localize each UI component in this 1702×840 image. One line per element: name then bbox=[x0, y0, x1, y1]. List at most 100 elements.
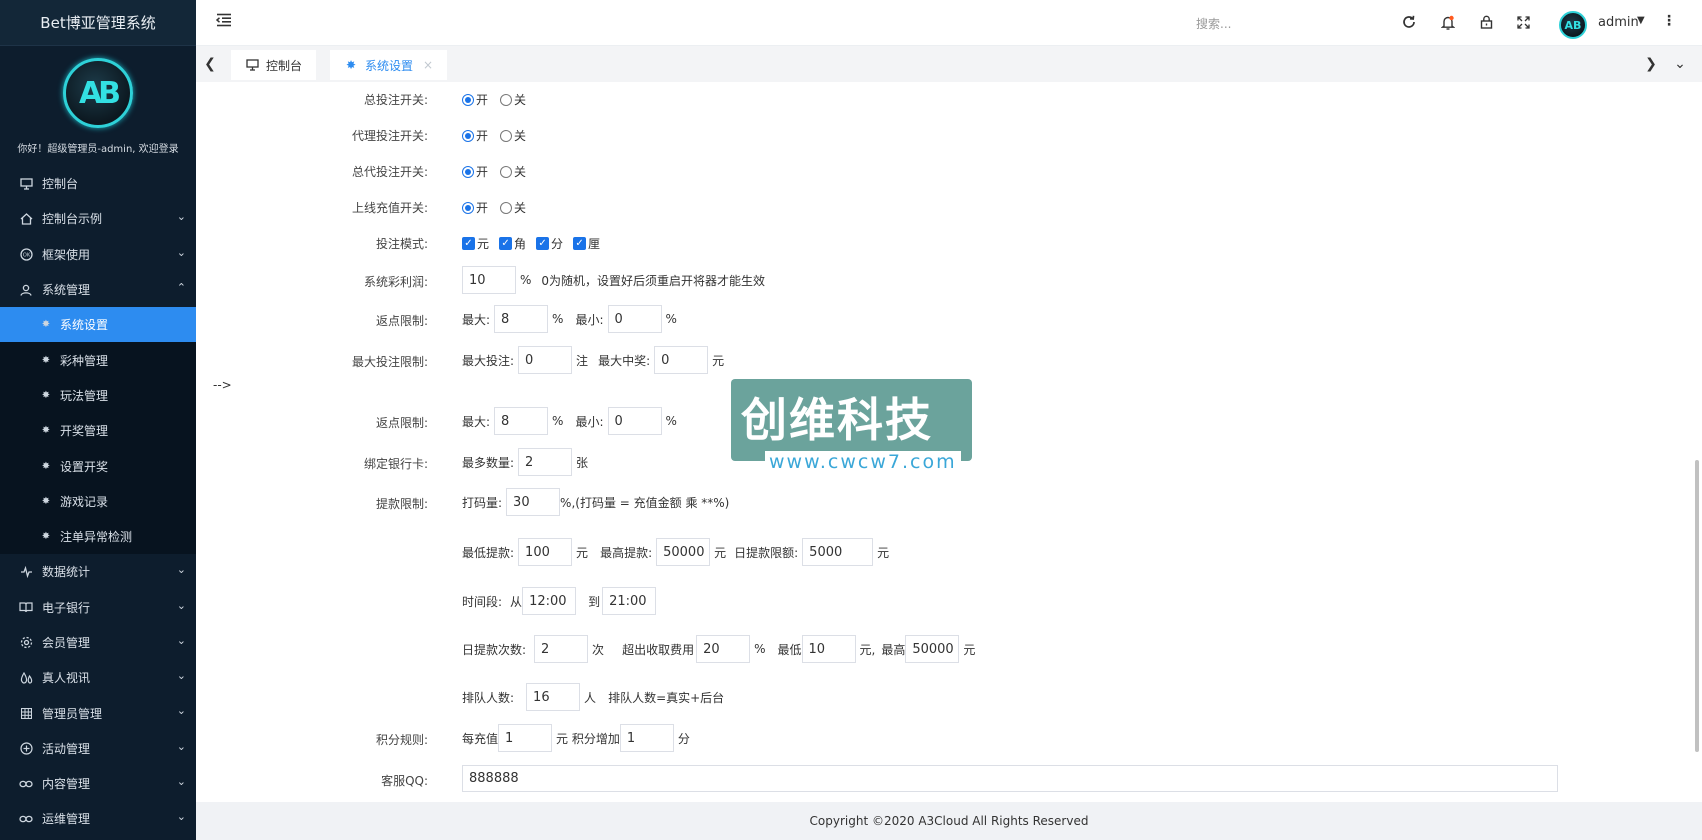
sidebar-item-statistics[interactable]: 数据统计 ⌄ bbox=[0, 554, 196, 589]
rebate-min-input[interactable]: 0 bbox=[607, 305, 662, 333]
system-profit-input[interactable]: 10 bbox=[462, 266, 516, 294]
sidebar-item-ebank[interactable]: 电子银行 ⌄ bbox=[0, 590, 196, 625]
lock-icon[interactable] bbox=[1477, 13, 1495, 31]
check-icon: ✓ bbox=[462, 237, 475, 250]
footer: Copyright ©2020 A3Cloud All Rights Reser… bbox=[196, 802, 1702, 840]
check-icon: ✓ bbox=[499, 237, 513, 250]
chevron-left-icon[interactable]: ❮ bbox=[200, 52, 220, 76]
chevron-down-icon: ⌄ bbox=[176, 739, 186, 753]
sidebar-subitem-system-settings[interactable]: ✸ 系统设置 bbox=[0, 307, 196, 343]
rebate-max-input[interactable]: 8 bbox=[494, 407, 549, 435]
checkbox-fen[interactable]: ✓ 分 bbox=[536, 235, 563, 252]
row-withdraw-limit: 提款限制: 打码量: 30 %,(打码量 = 充值金额 乘 **%) bbox=[196, 488, 1696, 518]
tab-dashboard[interactable]: 控制台 bbox=[231, 50, 317, 80]
tab-system-settings[interactable]: ✸ 系统设置 × bbox=[330, 50, 448, 80]
sidebar-item-activities[interactable]: 活动管理 ⌄ bbox=[0, 731, 196, 766]
sidebar-item-dashboard-demo[interactable]: 控制台示例 ⌄ bbox=[0, 201, 196, 236]
sidebar-item-label: 运维管理 bbox=[42, 812, 91, 827]
radio-on[interactable]: 开 bbox=[462, 91, 488, 108]
points-add-input[interactable]: 1 bbox=[619, 724, 674, 752]
sidebar-item-ops[interactable]: 运维管理 ⌄ bbox=[0, 801, 196, 836]
unit-text: 元 积分增加 bbox=[556, 731, 620, 746]
period-to-input[interactable]: 21:00 bbox=[602, 587, 657, 615]
radio-label: 开 bbox=[476, 129, 489, 143]
bell-icon[interactable] bbox=[1439, 13, 1457, 31]
radio-group: 开 关 bbox=[462, 91, 538, 108]
radio-on[interactable]: 开 bbox=[462, 163, 488, 180]
bank-card-count-input[interactable]: 2 bbox=[518, 448, 573, 476]
refresh-icon[interactable] bbox=[1400, 13, 1418, 31]
fullscreen-icon[interactable] bbox=[1514, 13, 1532, 31]
username[interactable]: admin bbox=[1598, 15, 1639, 30]
radio-on[interactable]: 开 bbox=[462, 199, 488, 216]
logo: AB bbox=[63, 58, 133, 128]
sidebar-subitem-lottery-types[interactable]: ✸ 彩种管理 bbox=[0, 342, 196, 377]
chevron-down-icon[interactable]: ⌄ bbox=[1670, 52, 1690, 76]
daily-times-input[interactable]: 2 bbox=[534, 635, 589, 663]
radio-off[interactable]: 关 bbox=[500, 199, 526, 216]
max-win-input[interactable]: 0 bbox=[654, 346, 709, 374]
sidebar-item-label: 开奖管理 bbox=[60, 424, 109, 439]
sidebar-item-members[interactable]: 会员管理 ⌄ bbox=[0, 625, 196, 660]
sidebar-item-framework[interactable]: OK 框架使用 ⌄ bbox=[0, 237, 196, 272]
fee-percent-input[interactable]: 20 bbox=[696, 635, 751, 663]
chevron-right-icon[interactable]: ❯ bbox=[1641, 52, 1661, 76]
scrollbar-thumb[interactable] bbox=[1695, 460, 1699, 752]
sidebar-item-label: 系统管理 bbox=[42, 283, 91, 298]
sidebar-item-label: 内容管理 bbox=[42, 777, 91, 792]
sidebar-subitem-set-draw[interactable]: ✸ 设置开奖 bbox=[0, 448, 196, 483]
checkbox-jiao[interactable]: ✓ 角 bbox=[499, 235, 526, 252]
sidebar-subitem-play-methods[interactable]: ✸ 玩法管理 bbox=[0, 378, 196, 413]
fee-min-input[interactable]: 10 bbox=[801, 635, 856, 663]
tab-label: 控制台 bbox=[266, 58, 303, 73]
search-input[interactable] bbox=[1196, 15, 1316, 33]
daily-limit-input[interactable]: 5000 bbox=[802, 538, 874, 566]
code-amount-input[interactable]: 30 bbox=[506, 488, 561, 516]
max-withdraw-input[interactable]: 50000 bbox=[656, 538, 711, 566]
sidebar: Bet博亚管理系统 AB 你好！超级管理员-admin, 欢迎登录 控制台 控制… bbox=[0, 0, 196, 840]
field-group: 最大: 8 % 最小: 0 % bbox=[462, 305, 677, 333]
max-bet-input[interactable]: 0 bbox=[518, 346, 573, 374]
sidebar-item-system[interactable]: 系统管理 ⌃ bbox=[0, 272, 196, 307]
logo-area: AB bbox=[0, 46, 196, 140]
field-label: 上线充值开关: bbox=[351, 201, 428, 215]
times-label: 日提款次数: bbox=[462, 642, 527, 657]
sidebar-item-live-video[interactable]: 真人视讯 ⌄ bbox=[0, 660, 196, 695]
min-withdraw-input[interactable]: 100 bbox=[518, 538, 573, 566]
chevron-down-icon: ⌄ bbox=[176, 669, 186, 683]
sidebar-menu-rest: 数据统计 ⌄ 电子银行 ⌄ 会员管理 ⌄ 真人视讯 ⌄ 管理员管理 ⌄ 活动管理… bbox=[0, 554, 196, 836]
menu-fold-icon[interactable] bbox=[215, 13, 234, 31]
rebate-min-input[interactable]: 0 bbox=[607, 407, 662, 435]
radio-label: 关 bbox=[514, 129, 527, 143]
sidebar-subitem-draw-management[interactable]: ✸ 开奖管理 bbox=[0, 413, 196, 448]
link-icon bbox=[18, 811, 34, 827]
radio-on[interactable]: 开 bbox=[462, 127, 488, 144]
sidebar-subitem-game-records[interactable]: ✸ 游戏记录 bbox=[0, 484, 196, 519]
sidebar-item-dashboard[interactable]: 控制台 bbox=[0, 166, 196, 201]
caret-down-icon[interactable]: ▼ bbox=[1637, 15, 1645, 26]
close-icon[interactable]: × bbox=[423, 58, 433, 72]
radio-off[interactable]: 关 bbox=[500, 91, 526, 108]
queue-count-input[interactable]: 16 bbox=[526, 683, 581, 711]
sidebar-subitem-bet-anomaly[interactable]: ✸ 注单异常检测 bbox=[0, 519, 196, 554]
service-qq-input[interactable]: 888888 bbox=[462, 765, 1558, 792]
period-from-input[interactable]: 12:00 bbox=[522, 587, 577, 615]
per-recharge-input[interactable]: 1 bbox=[498, 724, 553, 752]
checkbox-label: 角 bbox=[514, 237, 527, 251]
row-max-bet-limit: 最大投注限制: 最大投注: 0 注 最大中奖: 0 元 bbox=[196, 346, 1696, 376]
sidebar-item-admins[interactable]: 管理员管理 ⌄ bbox=[0, 695, 196, 730]
stray-comment-text: --> bbox=[213, 378, 232, 392]
field-label: 最大投注限制: bbox=[351, 355, 428, 369]
sidebar-item-label: 游戏记录 bbox=[60, 494, 109, 509]
more-vertical-icon[interactable]: ⋮ bbox=[1662, 13, 1676, 29]
checkbox-yuan[interactable]: ✓ 元 bbox=[462, 235, 489, 252]
field-group: 每充值 1 元 积分增加 1 分 bbox=[462, 724, 690, 752]
radio-off[interactable]: 关 bbox=[500, 127, 526, 144]
radio-off[interactable]: 关 bbox=[500, 163, 526, 180]
sidebar-item-content[interactable]: 内容管理 ⌄ bbox=[0, 766, 196, 801]
fee-max-input[interactable]: 50000 bbox=[905, 635, 960, 663]
checkbox-li[interactable]: ✓ 厘 bbox=[573, 235, 600, 252]
avatar[interactable]: AB bbox=[1559, 11, 1587, 39]
rebate-max-input[interactable]: 8 bbox=[494, 305, 549, 333]
unit-text: % bbox=[520, 273, 532, 287]
